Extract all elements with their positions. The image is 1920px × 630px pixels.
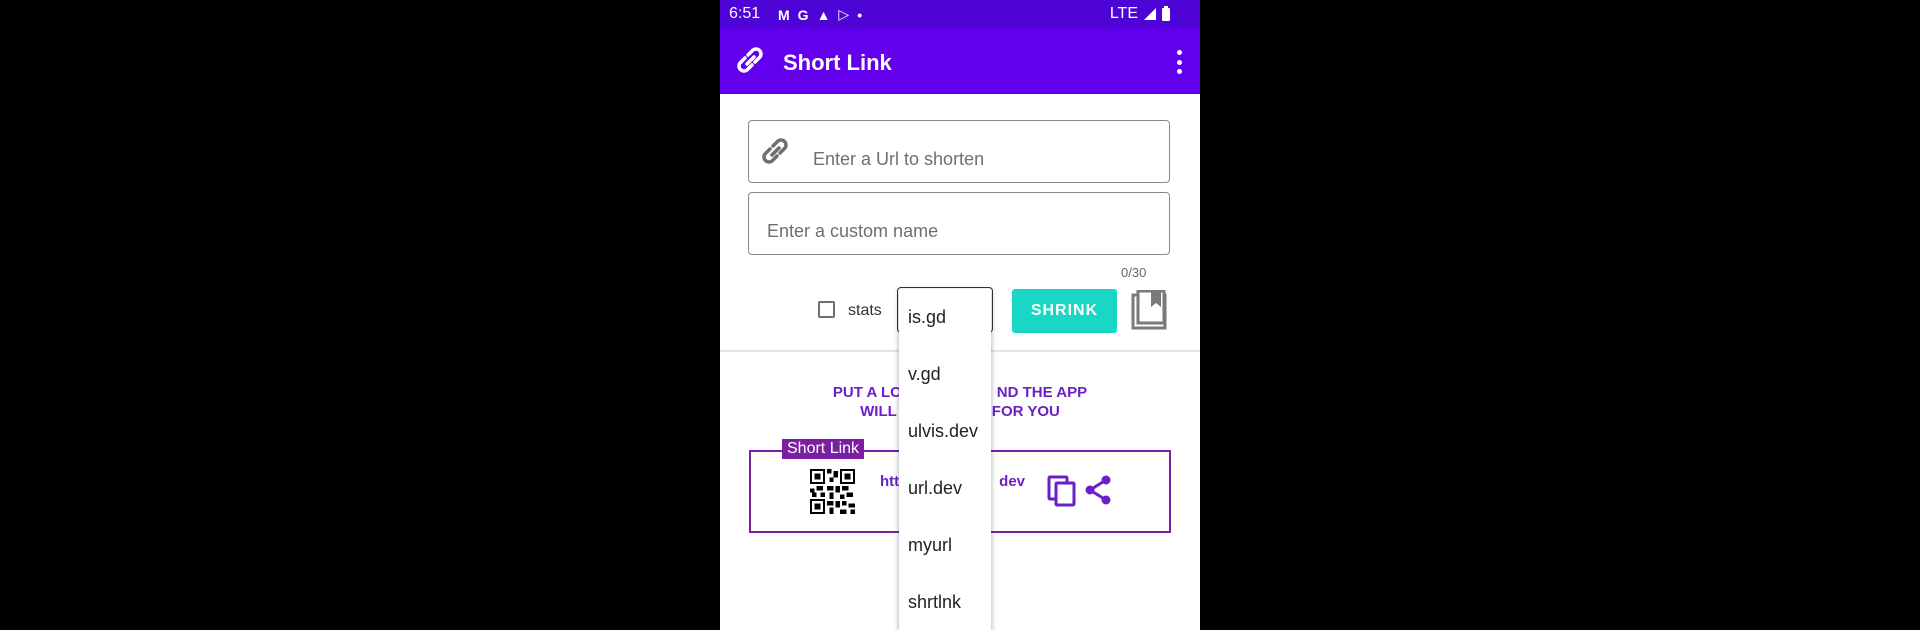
qr-code-icon[interactable] xyxy=(810,469,855,514)
dropdown-option-myurl[interactable]: myurl xyxy=(899,517,991,574)
dot-icon: • xyxy=(857,6,863,23)
signal-icon xyxy=(1144,8,1156,20)
result-legend: Short Link xyxy=(782,439,865,459)
hint-line-1-left: PUT A LO xyxy=(832,384,902,401)
play-icon: ▷ xyxy=(838,6,850,22)
app-bar: Short Link xyxy=(720,28,1200,94)
app-icon: ▲ xyxy=(816,6,831,23)
bookmarks-icon[interactable] xyxy=(1131,290,1167,330)
status-bar: 6:51 M G ▲ ▷ • LTE xyxy=(720,0,1200,28)
notification-icons: M G ▲ ▷ • xyxy=(778,6,862,23)
battery-icon xyxy=(1162,5,1170,21)
service-dropdown: is.gd v.gd ulvis.dev url.dev myurl shrtl… xyxy=(899,289,991,630)
link-icon xyxy=(737,47,763,73)
dropdown-option-urldev[interactable]: url.dev xyxy=(899,460,991,517)
url-input[interactable] xyxy=(811,145,1155,173)
character-counter: 0/30 xyxy=(1121,265,1147,280)
dropdown-option-vgd[interactable]: v.gd xyxy=(899,346,991,403)
short-url-right[interactable]: dev xyxy=(999,473,1025,490)
google-icon: G xyxy=(797,6,809,23)
dropdown-option-isgd[interactable]: is.gd xyxy=(899,289,991,346)
network-type: LTE xyxy=(1109,5,1138,22)
gmail-icon: M xyxy=(778,6,790,23)
dropdown-option-ulvis[interactable]: ulvis.dev xyxy=(899,403,991,460)
copy-icon[interactable] xyxy=(1046,474,1078,508)
short-url-left[interactable]: htt xyxy=(880,473,899,490)
custom-name-field[interactable] xyxy=(748,192,1170,255)
app-title: Short Link xyxy=(783,50,892,75)
stats-label: stats xyxy=(848,302,882,319)
custom-name-input[interactable] xyxy=(765,217,1159,245)
url-field[interactable] xyxy=(748,120,1170,183)
shrink-button[interactable]: SHRINK xyxy=(1012,289,1117,333)
phone-screen: 6:51 M G ▲ ▷ • LTE Short Link Enter a Ur… xyxy=(720,0,1200,630)
stats-checkbox[interactable] xyxy=(818,301,835,318)
status-time: 6:51 xyxy=(729,5,761,22)
hint-line-2-left: WILL xyxy=(860,403,897,420)
link-icon xyxy=(762,138,788,164)
share-icon[interactable] xyxy=(1083,474,1113,506)
overflow-menu-icon[interactable] xyxy=(1176,50,1182,74)
hint-line-1-right: ND THE APP xyxy=(996,384,1088,401)
dropdown-option-shrtlnk[interactable]: shrtlnk xyxy=(899,574,991,630)
status-right: LTE xyxy=(1110,5,1170,23)
hint-line-2-right: FOR YOU xyxy=(991,403,1060,420)
